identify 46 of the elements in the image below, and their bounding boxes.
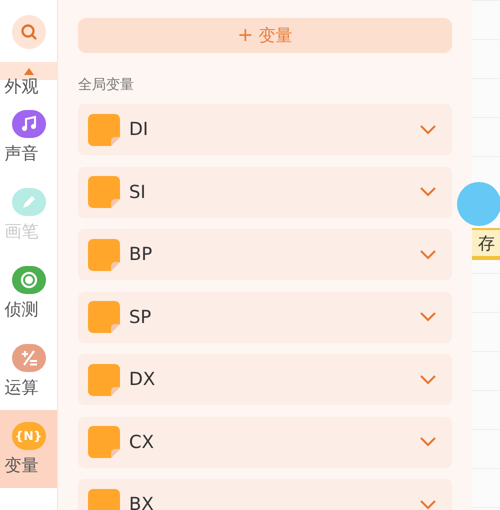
category-label: 变量 bbox=[4, 455, 38, 477]
block-circle[interactable] bbox=[457, 182, 500, 226]
chevron-down-icon[interactable] bbox=[420, 312, 436, 322]
category-icon: {N} bbox=[12, 422, 46, 450]
category-item[interactable]: 运算 bbox=[0, 332, 57, 410]
chevron-down-icon[interactable] bbox=[420, 124, 436, 134]
category-item[interactable]: 声音 bbox=[0, 98, 57, 176]
chevron-down-icon[interactable] bbox=[420, 500, 436, 510]
chevron-down-icon[interactable] bbox=[420, 250, 436, 260]
variable-name: DI bbox=[129, 119, 150, 140]
note-icon bbox=[88, 114, 120, 146]
chevron-down-icon[interactable] bbox=[420, 374, 436, 384]
variable-name: BP bbox=[129, 244, 154, 265]
scroll-up-tab[interactable] bbox=[0, 62, 57, 80]
category-label: 运算 bbox=[4, 377, 38, 399]
category-label: 外观 bbox=[4, 76, 38, 98]
variable-row[interactable]: DX bbox=[78, 354, 452, 405]
category-item[interactable]: 外观 bbox=[0, 76, 57, 98]
block-label: 存 bbox=[478, 232, 495, 254]
category-item[interactable]: 侦测 bbox=[0, 254, 57, 332]
category-label: 声音 bbox=[4, 143, 38, 165]
variable-row[interactable]: SI bbox=[78, 166, 452, 218]
variable-name: CX bbox=[129, 432, 155, 452]
variable-name: SI bbox=[129, 182, 147, 202]
category-label: 侦测 bbox=[4, 299, 38, 321]
category-item[interactable]: {N} 变量 bbox=[0, 410, 57, 488]
note-icon bbox=[88, 364, 120, 396]
variable-row[interactable]: DI bbox=[78, 104, 452, 155]
variable-name: SP bbox=[129, 306, 152, 328]
note-icon bbox=[88, 426, 120, 458]
section-heading: 全局变量 bbox=[78, 76, 135, 94]
variable-row[interactable]: SP bbox=[78, 292, 452, 342]
chevron-down-icon[interactable] bbox=[420, 187, 436, 197]
note-icon bbox=[88, 176, 120, 208]
variable-row[interactable]: BP bbox=[78, 229, 452, 280]
note-icon bbox=[88, 301, 120, 333]
variable-name: BX bbox=[129, 494, 155, 510]
chevron-down-icon[interactable] bbox=[420, 437, 436, 447]
search-icon bbox=[18, 22, 38, 42]
variable-name: DX bbox=[129, 369, 156, 390]
code-block[interactable]: 存 bbox=[472, 228, 500, 260]
variable-row[interactable]: CX bbox=[78, 416, 452, 468]
search-button[interactable] bbox=[12, 15, 46, 49]
note-icon bbox=[88, 238, 120, 270]
caret-up-icon bbox=[24, 68, 34, 74]
variable-row[interactable]: BX bbox=[78, 479, 452, 510]
